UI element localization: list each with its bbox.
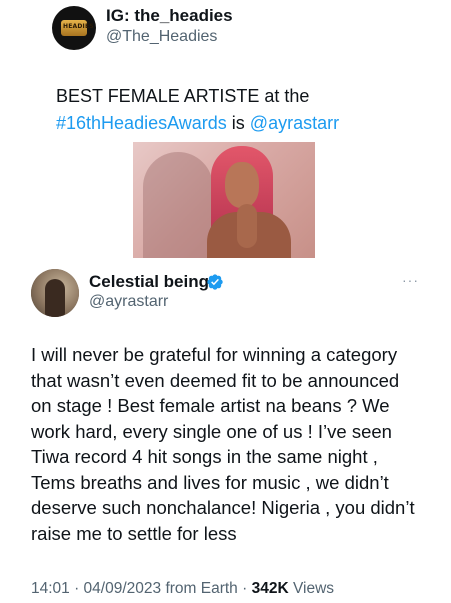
quoted-handle[interactable]: @The_Headies bbox=[106, 28, 217, 46]
quoted-display-name[interactable]: IG: the_headies bbox=[106, 6, 233, 26]
tweet-text-line: on stage ! Best female artist na beans ?… bbox=[31, 395, 390, 416]
quoted-tweet-text: BEST FEMALE ARTISTE at the #16thHeadiesA… bbox=[56, 83, 386, 137]
tweet-text-line: that wasn’t even deemed fit to be announ… bbox=[31, 369, 400, 391]
photo-face bbox=[225, 162, 259, 208]
author-avatar[interactable] bbox=[31, 269, 79, 317]
tweet-text: I will never be grateful for winning a c… bbox=[31, 342, 441, 546]
headies-avatar[interactable]: HEADIES bbox=[52, 6, 96, 50]
author-handle[interactable]: @ayrastarr bbox=[89, 293, 168, 311]
views-label: Views bbox=[288, 580, 335, 597]
headies-logo-text: HEADIES bbox=[63, 23, 94, 30]
quoted-tweet-photo[interactable] bbox=[133, 142, 315, 258]
views-count[interactable]: 342K bbox=[252, 580, 289, 597]
verified-badge-icon bbox=[207, 274, 223, 290]
avatar-figure bbox=[45, 279, 65, 317]
tweet-text-line: Tiwa record 4 hit songs in the same nigh… bbox=[31, 446, 378, 467]
tweet-text-line: work hard, every single one of us ! I’ve… bbox=[31, 420, 392, 442]
hashtag-link[interactable]: #16thHeadiesAwards bbox=[56, 113, 227, 133]
timestamp-source[interactable]: 14:01 · 04/09/2023 from Earth · bbox=[31, 580, 252, 597]
more-options-icon[interactable]: ··· bbox=[402, 272, 419, 288]
tweet-text-line: raise me to settle for less bbox=[31, 522, 237, 544]
quoted-text-line: BEST FEMALE ARTISTE at the bbox=[56, 86, 310, 106]
tweet-text-line: I will never be grateful for winning a c… bbox=[31, 344, 398, 365]
photo-shadow bbox=[143, 152, 213, 258]
author-display-name[interactable]: Celestial being bbox=[89, 272, 209, 292]
quoted-text-connector: is bbox=[226, 113, 250, 133]
photo-arm bbox=[237, 204, 257, 248]
quoted-tweet[interactable]: HEADIES IG: the_headies @The_Headies BES… bbox=[0, 0, 451, 262]
main-tweet[interactable]: Celestial being @ayrastarr ··· I will ne… bbox=[0, 262, 451, 603]
tweet-text-line: Tems breaths and lives for music , we di… bbox=[31, 471, 389, 493]
tweet-metadata: 14:01 · 04/09/2023 from Earth · 342K Vie… bbox=[31, 580, 334, 598]
mention-link[interactable]: @ayrastarr bbox=[250, 113, 339, 133]
tweet-text-line: deserve such nonchalance! Nigeria , you … bbox=[31, 497, 415, 518]
